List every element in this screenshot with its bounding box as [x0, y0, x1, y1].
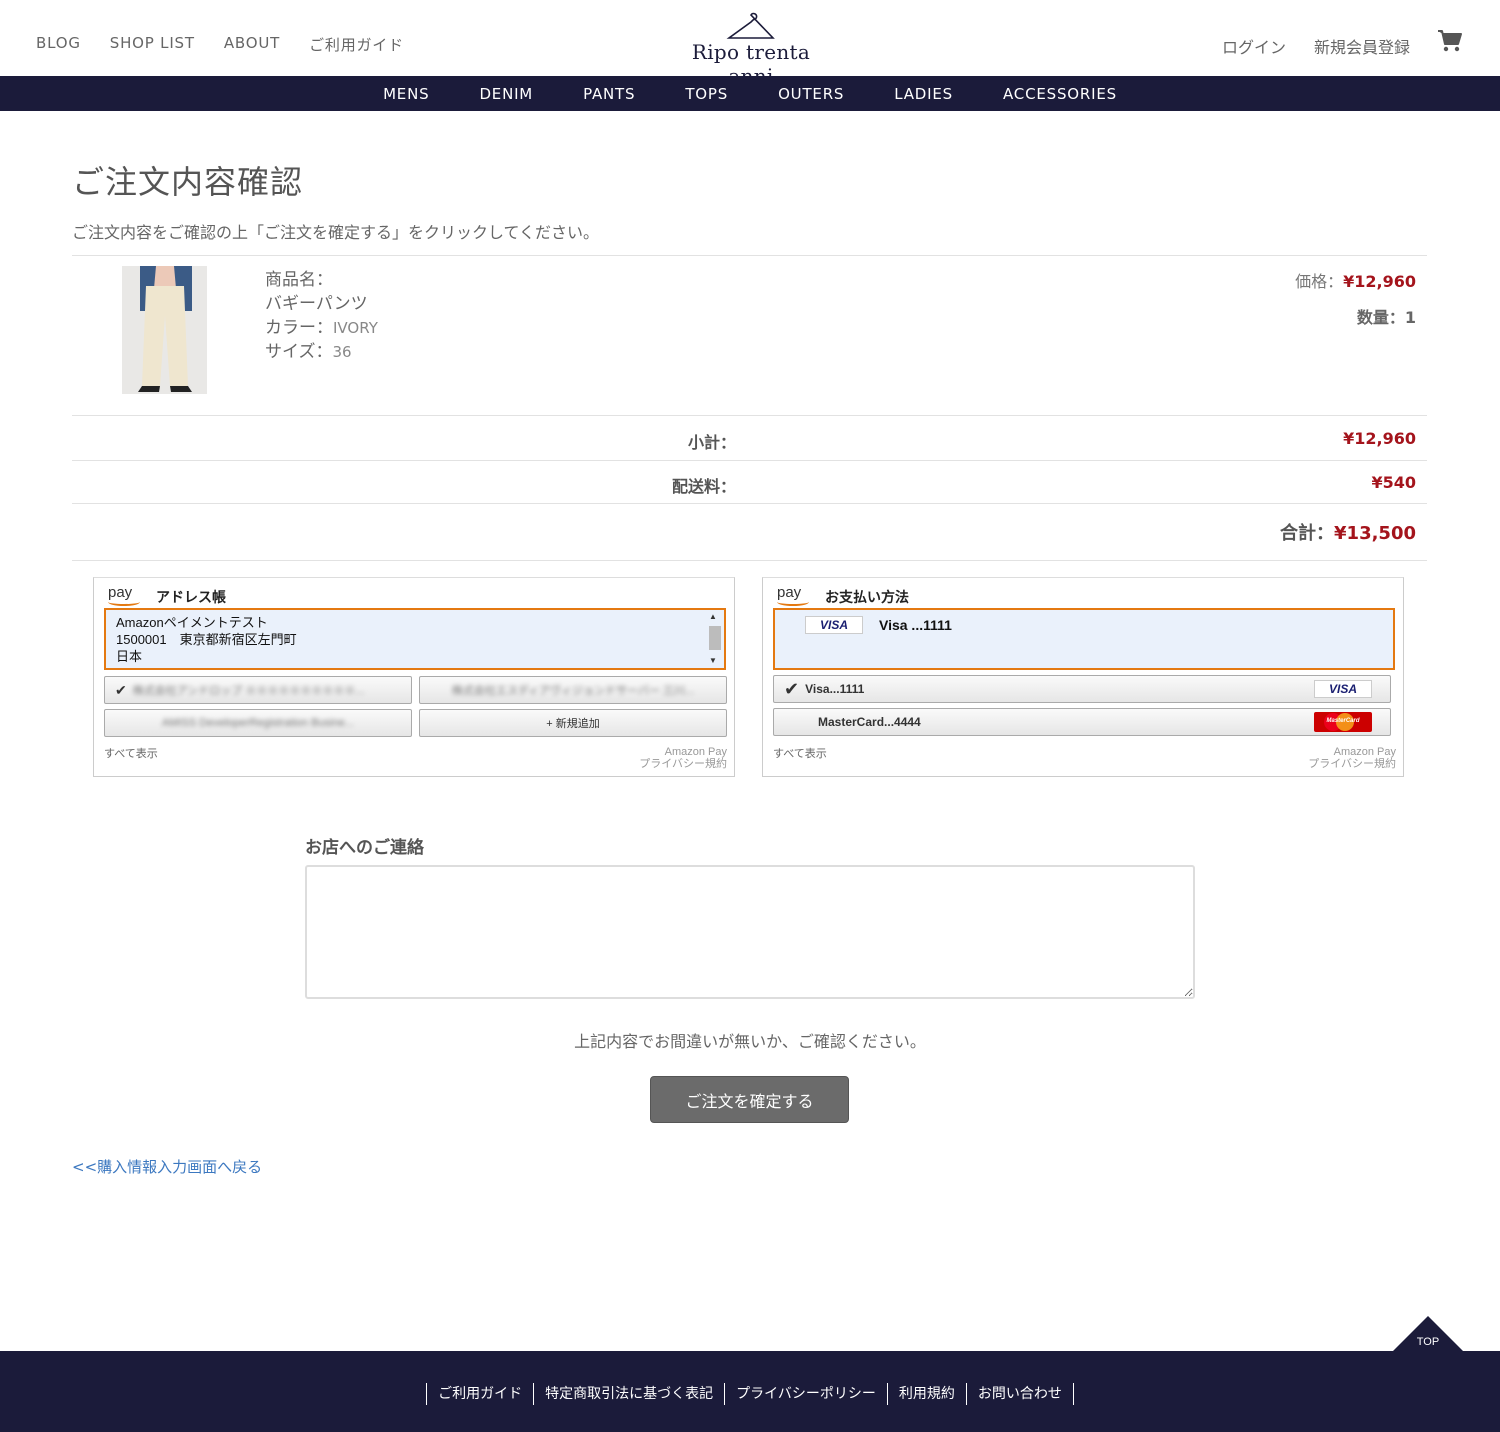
- selected-address[interactable]: Amazonペイメントテスト 1500001 東京都新宿区左門町 日本 ▲ ▼: [104, 608, 726, 670]
- address-option[interactable]: ✔ 株式会社アンドロップ ※※※※※※※※※※...: [104, 676, 412, 704]
- amazon-address-widget: pay アドレス帳 Amazonペイメントテスト 1500001 東京都新宿区左…: [93, 577, 735, 777]
- confirm-order-button[interactable]: ご注文を確定する: [650, 1076, 849, 1123]
- scroll-up-icon[interactable]: ▲: [709, 612, 717, 621]
- site-header: BLOG SHOP LIST ABOUT ご利用ガイド Ripo trenta …: [0, 0, 1500, 88]
- visa-card-icon: VISA: [805, 616, 863, 634]
- category-nav: MENS DENIM PANTS TOPS OUTERS LADIES ACCE…: [0, 76, 1500, 111]
- utility-nav: BLOG SHOP LIST ABOUT ご利用ガイド: [36, 34, 404, 55]
- visa-card-icon: VISA: [1314, 680, 1372, 698]
- back-link[interactable]: <<購入情報入力画面へ戻る: [72, 1156, 262, 1177]
- back-to-top-button[interactable]: TOP: [1392, 1316, 1464, 1352]
- contact-title: お店へのご連絡: [305, 838, 424, 858]
- category-tops[interactable]: TOPS: [685, 85, 728, 103]
- nav-guide[interactable]: ご利用ガイド: [309, 34, 404, 55]
- show-all-addresses-link[interactable]: すべて表示: [104, 745, 158, 761]
- product-name: バギーパンツ: [265, 294, 368, 314]
- payment-option-mastercard[interactable]: MasterCard...4444 MasterCard: [773, 708, 1391, 736]
- product-price: 価格：¥12,960: [1295, 272, 1416, 291]
- account-nav: ログイン 新規会員登録: [1222, 34, 1410, 58]
- product-image: [122, 266, 207, 394]
- product-size: サイズ：36: [265, 342, 352, 362]
- mastercard-icon: MasterCard: [1314, 712, 1372, 732]
- address-lines: Amazonペイメントテスト 1500001 東京都新宿区左門町 日本: [116, 615, 297, 664]
- divider: [72, 415, 1427, 416]
- divider: [72, 460, 1427, 461]
- product-name-label: 商品名：: [265, 270, 333, 290]
- address-option[interactable]: AMISS DeveloperRegistration Busine...: [104, 709, 412, 737]
- check-icon: ✔: [784, 678, 800, 699]
- category-mens[interactable]: MENS: [383, 85, 429, 103]
- page-title: ご注文内容確認: [72, 163, 304, 201]
- amazon-pay-privacy-link[interactable]: Amazon Pay プライバシー規約: [1308, 746, 1396, 770]
- contact-message-field[interactable]: [305, 865, 1195, 999]
- check-icon: ✔: [115, 681, 127, 698]
- category-ladies[interactable]: LADIES: [894, 85, 953, 103]
- category-accessories[interactable]: ACCESSORIES: [1003, 85, 1117, 103]
- login-link[interactable]: ログイン: [1222, 34, 1286, 58]
- amazon-pay-logo: pay: [777, 584, 813, 606]
- amazon-pay-privacy-link[interactable]: Amazon Pay プライバシー規約: [639, 746, 727, 770]
- category-outers[interactable]: OUTERS: [778, 85, 844, 103]
- widget-header: pay アドレス帳: [108, 583, 226, 607]
- nav-about[interactable]: ABOUT: [224, 34, 280, 55]
- widget-title: お支払い方法: [825, 589, 909, 605]
- footer-links: ご利用ガイド 特定商取引法に基づく表記 プライバシーポリシー 利用規約 お問い合…: [0, 1383, 1500, 1405]
- order-total: 合計：¥13,500: [1280, 523, 1416, 544]
- shipping-label: 配送料：: [671, 477, 736, 496]
- add-address-button[interactable]: + 新規追加: [419, 709, 727, 737]
- widget-title: アドレス帳: [156, 589, 226, 605]
- divider: [72, 560, 1427, 561]
- footer-link-guide[interactable]: ご利用ガイド: [426, 1383, 533, 1405]
- category-pants[interactable]: PANTS: [583, 85, 635, 103]
- shipping-value: ¥540: [1371, 473, 1416, 492]
- category-denim[interactable]: DENIM: [479, 85, 533, 103]
- selected-card-label: Visa ...1111: [879, 617, 952, 633]
- product-info: 商品名： バギーパンツ カラー：IVORY サイズ：36: [265, 268, 378, 364]
- footer-link-privacy[interactable]: プライバシーポリシー: [724, 1383, 887, 1405]
- scroll-thumb[interactable]: [709, 626, 721, 650]
- product-quantity: 数量：1: [1356, 308, 1416, 327]
- divider: [72, 255, 1427, 256]
- footer-link-contact[interactable]: お問い合わせ: [965, 1383, 1074, 1405]
- cart-icon[interactable]: [1437, 28, 1463, 54]
- address-scrollbar[interactable]: ▲ ▼: [706, 612, 721, 666]
- page-description: ご注文内容をご確認の上「ご注文を確定する」をクリックしてください。: [72, 223, 600, 242]
- amazon-pay-logo: pay: [108, 584, 144, 606]
- register-link[interactable]: 新規会員登録: [1314, 34, 1410, 58]
- product-color: カラー：IVORY: [265, 318, 378, 338]
- widget-header: pay お支払い方法: [777, 583, 909, 607]
- amazon-payment-widget: pay お支払い方法 VISA Visa ...1111 ✔ Visa...11…: [762, 577, 1404, 777]
- footer-link-legal[interactable]: 特定商取引法に基づく表記: [533, 1383, 724, 1405]
- payment-option-visa[interactable]: ✔ Visa...1111 VISA: [773, 675, 1391, 703]
- selected-payment[interactable]: VISA Visa ...1111: [773, 608, 1395, 670]
- show-all-payments-link[interactable]: すべて表示: [773, 745, 827, 761]
- site-footer: ご利用ガイド 特定商取引法に基づく表記 プライバシーポリシー 利用規約 お問い合…: [0, 1351, 1500, 1432]
- confirm-message: 上記内容でお間違いが無いか、ご確認ください。: [574, 1032, 926, 1051]
- subtotal-value: ¥12,960: [1343, 429, 1416, 448]
- divider: [72, 503, 1427, 504]
- hanger-icon: [726, 12, 775, 39]
- nav-blog[interactable]: BLOG: [36, 34, 81, 55]
- address-option[interactable]: 株式会社エスディアヴィジョンドサーバー 三川...: [419, 676, 727, 704]
- nav-shop-list[interactable]: SHOP LIST: [110, 34, 195, 55]
- scroll-down-icon[interactable]: ▼: [709, 656, 717, 665]
- subtotal-label: 小計：: [687, 433, 736, 452]
- footer-link-terms[interactable]: 利用規約: [886, 1383, 966, 1405]
